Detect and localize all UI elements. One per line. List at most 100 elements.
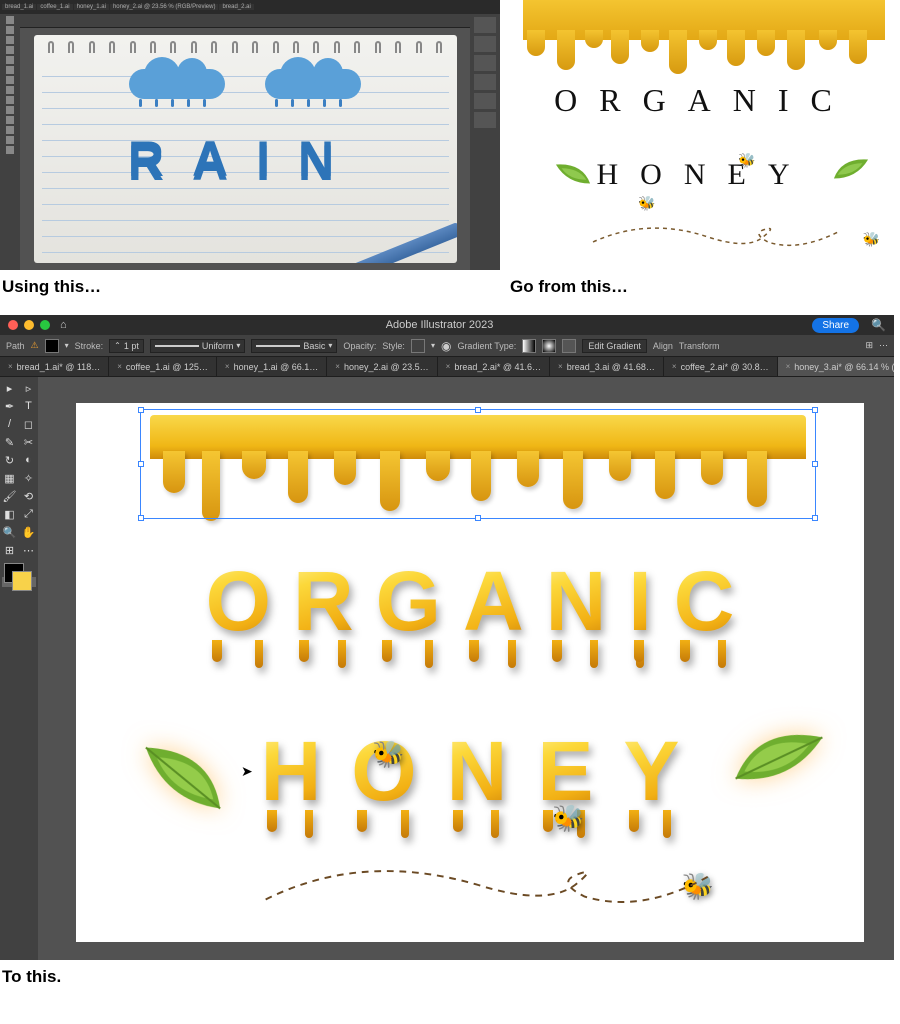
tool-button[interactable]: T [19, 397, 38, 415]
tool-button[interactable]: ▹ [19, 379, 38, 397]
canvas-area[interactable]: ORGANIC HONEY 🐝 🐝 🐝 ➤ [38, 377, 894, 960]
brush-dropdown[interactable]: Basic▾ [251, 339, 337, 353]
isolate-icon[interactable]: ⊞ [865, 340, 873, 351]
tab-sm[interactable]: honey_1.ai [74, 4, 109, 10]
tool-button[interactable]: ⟲ [19, 487, 38, 505]
edit-gradient-button[interactable]: Edit Gradient [582, 339, 647, 353]
bee-artwork[interactable]: 🐝 [372, 739, 404, 770]
close-tab-icon[interactable]: × [672, 362, 677, 371]
close-tab-icon[interactable]: × [558, 362, 563, 371]
tool-button[interactable]: ✒ [0, 397, 19, 415]
search-icon[interactable]: 🔍 [871, 318, 886, 332]
close-tab-icon[interactable]: × [225, 362, 230, 371]
stroke-weight-input[interactable]: ⌃1 pt [109, 339, 144, 353]
bee-icon: 🐝 [863, 231, 880, 248]
tab-sm[interactable]: bread_2.ai [219, 4, 253, 10]
honey-letter[interactable]: A [463, 553, 524, 650]
bee-icon: 🐝 [738, 152, 755, 169]
tool-button[interactable]: 🖌 [0, 487, 19, 505]
tool-button[interactable]: ◐ [19, 451, 38, 469]
leaf-artwork[interactable] [134, 737, 233, 819]
grad-linear-icon[interactable] [522, 339, 536, 353]
close-window-icon[interactable] [8, 320, 18, 330]
warning-icon[interactable]: ⚠ [31, 340, 39, 351]
tool-button[interactable]: ✂ [19, 433, 38, 451]
tool-button[interactable]: ⊞ [0, 541, 19, 559]
tool-button[interactable]: ⋯ [19, 541, 38, 559]
grad-radial-icon[interactable] [542, 339, 556, 353]
bee-artwork[interactable]: 🐝 [552, 803, 584, 834]
honey-text-organic[interactable]: ORGANIC [76, 553, 864, 650]
align-label[interactable]: Align [653, 341, 673, 351]
honey-letter[interactable]: I [628, 553, 651, 650]
tool-button[interactable]: ▸ [0, 379, 19, 397]
honey-letter[interactable]: R [293, 553, 354, 650]
document-tab[interactable]: ×bread_2.ai* @ 41.6… [438, 357, 550, 376]
tool-button[interactable]: ◧ [0, 505, 19, 523]
tool-button[interactable]: ✋ [19, 523, 38, 541]
resize-handle[interactable] [138, 461, 144, 467]
caption-from: Go from this… [510, 277, 900, 297]
close-tab-icon[interactable]: × [335, 362, 340, 371]
document-tab[interactable]: ×honey_2.ai @ 23.5… [327, 357, 437, 376]
document-tab[interactable]: ×honey_1.ai @ 66.1… [217, 357, 327, 376]
resize-handle[interactable] [138, 515, 144, 521]
close-tab-icon[interactable]: × [117, 362, 122, 371]
minimize-window-icon[interactable] [24, 320, 34, 330]
selection-bounding-box[interactable] [140, 409, 816, 519]
resize-handle[interactable] [475, 407, 481, 413]
tool-button[interactable]: ⤢ [19, 505, 38, 523]
tab-sm[interactable]: honey_2.ai @ 23.56 % (RGB/Preview) [110, 4, 218, 10]
app-title: Adobe Illustrator 2023 [73, 319, 807, 331]
tool-button[interactable]: / [0, 415, 19, 433]
resize-handle[interactable] [812, 515, 818, 521]
tab-sm[interactable]: bread_1.ai [2, 4, 36, 10]
transform-label[interactable]: Transform [679, 341, 720, 351]
home-icon[interactable]: ⌂ [60, 319, 67, 331]
cursor-icon: ➤ [241, 763, 253, 780]
close-tab-icon[interactable]: × [8, 362, 13, 371]
zoom-window-icon[interactable] [40, 320, 50, 330]
grad-freeform-icon[interactable] [562, 339, 576, 353]
tool-button[interactable]: ◻ [19, 415, 38, 433]
artboard[interactable]: ORGANIC HONEY 🐝 🐝 🐝 ➤ [76, 403, 864, 942]
resize-handle[interactable] [812, 407, 818, 413]
document-tab[interactable]: ×bread_1.ai* @ 118… [0, 357, 109, 376]
share-button[interactable]: Share [812, 318, 859, 333]
tool-button[interactable]: ↻ [0, 451, 19, 469]
honey-letter[interactable]: H [261, 723, 322, 820]
honey-letter[interactable]: C [674, 553, 735, 650]
tool-button[interactable]: ✎ [0, 433, 19, 451]
bee-trail-artwork[interactable] [256, 856, 720, 914]
honey-letter[interactable]: G [376, 553, 441, 650]
tool-button[interactable]: ✧ [19, 469, 38, 487]
bee-trail [588, 222, 848, 252]
fill-stroke-swatch[interactable] [0, 559, 38, 601]
honey-letter[interactable]: O [351, 723, 416, 820]
gradient-label: Gradient Type: [457, 341, 516, 351]
close-tab-icon[interactable]: × [786, 362, 791, 371]
resize-handle[interactable] [138, 407, 144, 413]
honey-letter[interactable]: Y [623, 723, 679, 820]
tool-button[interactable]: 🔍 [0, 523, 19, 541]
document-tab[interactable]: ×bread_3.ai @ 41.68… [550, 357, 664, 376]
document-tab[interactable]: ×coffee_1.ai @ 125… [109, 357, 217, 376]
document-tab[interactable]: ×coffee_2.ai* @ 30.8… [664, 357, 778, 376]
resize-handle[interactable] [475, 515, 481, 521]
leaf-artwork[interactable] [731, 718, 828, 797]
stroke-profile-dropdown[interactable]: Uniform▾ [150, 339, 246, 353]
style-swatch[interactable] [411, 339, 425, 353]
fill-swatch[interactable] [45, 339, 59, 353]
honey-letter[interactable]: N [447, 723, 508, 820]
more-options-icon[interactable]: ⋯ [879, 340, 888, 351]
tab-sm[interactable]: coffee_1.ai [37, 4, 72, 10]
honey-letter[interactable]: O [206, 553, 271, 650]
document-tab[interactable]: ×honey_3.ai* @ 66.14 % (RGB/Preview) [778, 357, 894, 376]
recolor-icon[interactable]: ◉ [441, 339, 451, 353]
panel-sketch-illustrator: bread_1.aicoffee_1.aihoney_1.aihoney_2.a… [0, 0, 500, 270]
honey-letter[interactable]: N [546, 553, 607, 650]
resize-handle[interactable] [812, 461, 818, 467]
canvas-small[interactable]: RAIN [20, 28, 470, 270]
tool-button[interactable]: ▦ [0, 469, 19, 487]
close-tab-icon[interactable]: × [446, 362, 451, 371]
